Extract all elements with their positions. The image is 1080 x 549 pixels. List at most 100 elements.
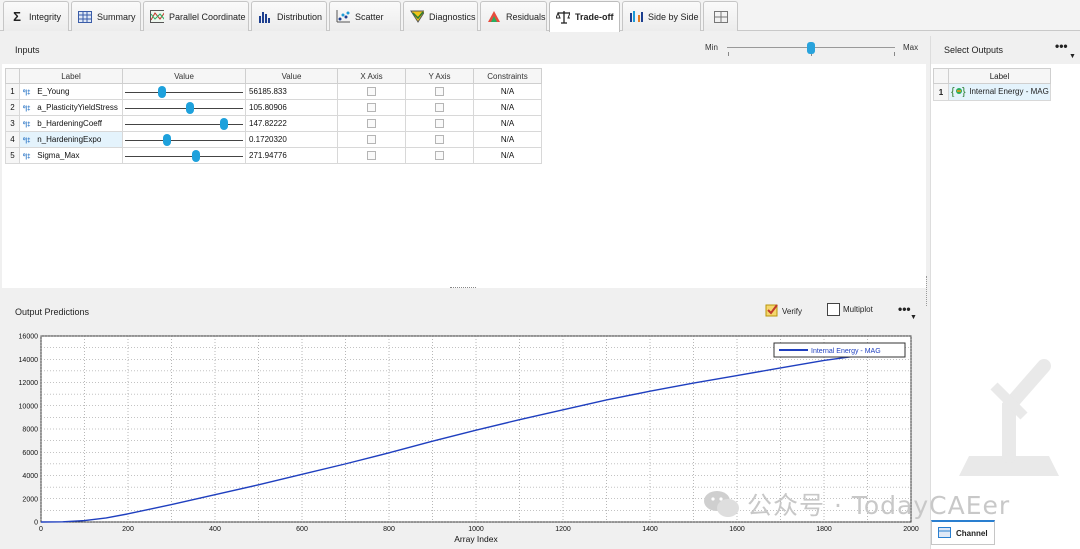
x-axis-checkbox[interactable] [367,119,376,129]
column-header-slider[interactable]: Value [122,68,246,84]
row-number: 4 [5,131,20,148]
parameter-slider[interactable] [122,131,246,148]
row-number: 2 [5,99,20,116]
parameter-name: b_HardeningCoeff [37,119,103,128]
y-tick-label: 8000 [22,427,38,434]
parameter-value[interactable]: 0.1720320 [245,131,338,148]
table-row[interactable]: 1 {} Internal Energy - MAG [933,83,1051,101]
table-row[interactable]: 3 ⁰|‡ b_HardeningCoeff 147.82222 N/A [5,115,542,132]
parameter-label[interactable]: ⁰|‡ b_HardeningCoeff [19,115,123,132]
tab-parallel-coordinate[interactable]: Parallel Coordinate [143,1,249,31]
tab-channel[interactable]: Channel [931,520,995,545]
dropdown-arrow-icon[interactable]: ▼ [1069,53,1076,60]
output-name: Internal Energy - MAG [969,87,1049,97]
column-header-constraints[interactable]: Constraints [473,68,542,84]
parameter-value[interactable]: 271.94776 [245,147,338,164]
horizontal-splitter[interactable] [450,287,476,289]
svg-text:}: } [962,86,966,97]
column-header-value[interactable]: Value [245,68,338,84]
parameter-value[interactable]: 105.80906 [245,99,338,116]
x-tick-label: 200 [122,526,134,533]
parameter-slider[interactable] [122,115,246,132]
row-number: 1 [933,83,949,101]
constraint[interactable]: N/A [473,115,542,132]
tab-distribution[interactable]: Distribution [251,1,327,31]
table-row[interactable]: 2 ⁰|‡ a_PlasticityYieldStress 105.80906 … [5,99,542,116]
parameter-value[interactable]: 147.82222 [245,115,338,132]
constraint[interactable]: N/A [473,83,542,100]
x-tick-label: 1600 [729,526,745,533]
min-max-slider-thumb[interactable] [807,42,815,54]
more-options-icon[interactable]: ••• [1055,39,1068,53]
parameter-label[interactable]: ⁰|‡ a_PlasticityYieldStress [19,99,123,116]
column-header-y-axis[interactable]: Y Axis [405,68,474,84]
slider-track [125,140,243,141]
output-label[interactable]: {} Internal Energy - MAG [948,83,1051,101]
table-icon [78,10,92,24]
x-tick-label: 1400 [642,526,658,533]
x-tick-label: 1000 [468,526,484,533]
select-outputs-panel: Select Outputs ••• ▼ Label 1 {} Internal… [930,36,1080,549]
residuals-icon [487,10,501,24]
diagnostics-icon [410,10,424,24]
x-axis-checkbox[interactable] [367,151,376,161]
x-tick-label: 800 [383,526,395,533]
parameter-value[interactable]: 56185.833 [245,83,338,100]
x-axis-checkbox-cell [337,147,406,164]
parameter-label[interactable]: ⁰|‡ Sigma_Max [19,147,123,164]
x-axis-checkbox[interactable] [367,103,376,113]
slider-tick [728,52,729,56]
x-axis-checkbox[interactable] [367,135,376,145]
table-row[interactable]: 1 ⁰|‡ E_Young 56185.833 N/A [5,83,542,100]
row-number-header [933,68,949,84]
x-axis-label: Array Index [454,534,498,544]
column-header-label[interactable]: Label [19,68,123,84]
table-row[interactable]: 4 ⁰|‡ n_HardeningExpo 0.1720320 N/A [5,131,542,148]
parameter-label[interactable]: ⁰|‡ n_HardeningExpo [19,131,123,148]
constraint[interactable]: N/A [473,147,542,164]
y-tick-label: 10000 [19,403,39,410]
slider-thumb[interactable] [162,134,171,146]
tab-residuals[interactable]: Residuals [480,1,547,31]
grid-layout-icon [713,10,728,24]
constraint[interactable]: N/A [473,99,542,116]
vertical-splitter[interactable] [926,276,928,306]
parameter-slider[interactable] [122,99,246,116]
tab-summary[interactable]: Summary [71,1,141,31]
y-axis-checkbox-cell [405,99,474,116]
parameter-name: E_Young [37,87,70,96]
parameter-label[interactable]: ⁰|‡ E_Young [19,83,123,100]
x-axis-checkbox[interactable] [367,87,376,97]
table-row[interactable]: 5 ⁰|‡ Sigma_Max 271.94776 N/A [5,147,542,164]
y-axis-checkbox[interactable] [435,135,444,145]
y-axis-checkbox-cell [405,83,474,100]
tab-integrity[interactable]: Σ Integrity [3,1,69,31]
slider-track [125,156,243,157]
parameter-slider[interactable] [122,83,246,100]
row-number: 5 [5,147,20,164]
max-label: Max [903,43,919,52]
tab-scatter[interactable]: Scatter [329,1,401,31]
slider-thumb[interactable] [157,86,166,98]
y-axis-checkbox[interactable] [435,119,444,129]
slider-thumb[interactable] [192,150,201,162]
tab-side-by-side[interactable]: Side by Side [622,1,701,31]
watermark: 公众号 · TodayCAEer [703,486,1010,522]
slider-thumb[interactable] [186,102,195,114]
x-axis-checkbox-cell [337,83,406,100]
tab-diagnostics[interactable]: Diagnostics [403,1,478,31]
slider-thumb[interactable] [219,118,228,130]
tab-label: Diagnostics [429,11,476,22]
tab-layout[interactable] [703,1,738,31]
wechat-logo-icon [704,491,739,517]
y-axis-checkbox[interactable] [435,103,444,113]
column-header-label[interactable]: Label [948,68,1051,84]
parameter-slider[interactable] [122,147,246,164]
parameter-icon: ⁰|‡ [23,106,31,112]
constraint[interactable]: N/A [473,131,542,148]
column-header-x-axis[interactable]: X Axis [337,68,406,84]
y-axis-checkbox[interactable] [435,87,444,97]
tab-label: Parallel Coordinate [169,11,246,22]
y-axis-checkbox[interactable] [435,151,444,161]
tab-trade-off[interactable]: Trade-off [549,1,620,32]
